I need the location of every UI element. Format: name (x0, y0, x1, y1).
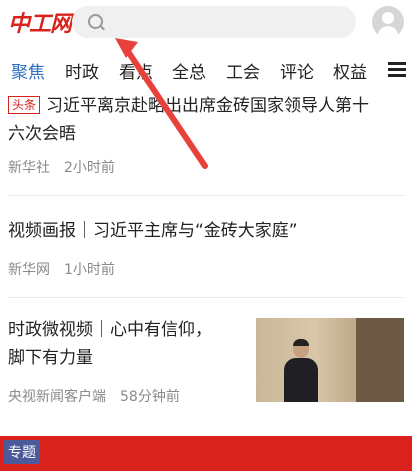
tab-focus[interactable]: 聚焦 (11, 58, 45, 83)
news-title-line2: 六次会晤 (8, 124, 76, 144)
topic-banner[interactable] (0, 436, 412, 471)
news-title-line1: 习近平离京赴略出出席金砖国家领导人第十 (46, 96, 370, 116)
tab-rights[interactable]: 权益 (333, 58, 367, 83)
news-meta: 新华社 2小时前 (8, 157, 115, 177)
search-icon (88, 14, 103, 29)
tab-highlights[interactable]: 看点 (119, 58, 153, 83)
thumbnail-person (284, 339, 318, 402)
thumbnail-wall (356, 318, 404, 402)
search-input[interactable] (72, 6, 356, 38)
news-title-line1: 时政微视频｜心中有信仰， (8, 320, 212, 340)
news-meta: 新华网 1小时前 (8, 259, 115, 279)
menu-icon[interactable] (388, 62, 406, 77)
avatar-head (382, 12, 394, 24)
avatar-body (378, 26, 398, 38)
news-title-line2: 脚下有力量 (8, 348, 93, 368)
topic-label: 专题 (4, 440, 40, 464)
site-logo[interactable]: 中工网 (8, 6, 72, 38)
divider (8, 195, 404, 196)
channel-tabs: 聚焦 时政 看点 全总 工会 评论 权益 (0, 46, 412, 90)
tab-commentary[interactable]: 评论 (280, 58, 314, 83)
tab-union[interactable]: 工会 (226, 58, 260, 83)
news-title[interactable]: 时政微视频｜心中有信仰， 脚下有力量 (8, 316, 212, 372)
news-source: 新华网 (8, 262, 50, 278)
headline-tag: 头条 (8, 96, 41, 114)
news-meta: 央视新闻客户端 58分钟前 (8, 386, 180, 406)
top-bar: 中工网 (0, 0, 412, 46)
news-time: 2小时前 (64, 160, 115, 176)
avatar-icon[interactable] (372, 6, 404, 38)
tab-federation[interactable]: 全总 (172, 58, 206, 83)
news-thumbnail[interactable] (256, 318, 404, 402)
news-time: 58分钟前 (120, 389, 180, 405)
news-source: 央视新闻客户端 (8, 389, 106, 405)
news-source: 新华社 (8, 160, 50, 176)
news-title[interactable]: 视频画报｜习近平主席与“金砖大家庭” (8, 217, 298, 245)
news-title[interactable]: 头条 习近平离京赴略出出席金砖国家领导人第十 六次会晤 (8, 92, 404, 148)
divider (8, 297, 404, 298)
tab-politics[interactable]: 时政 (65, 58, 99, 83)
news-time: 1小时前 (64, 262, 115, 278)
